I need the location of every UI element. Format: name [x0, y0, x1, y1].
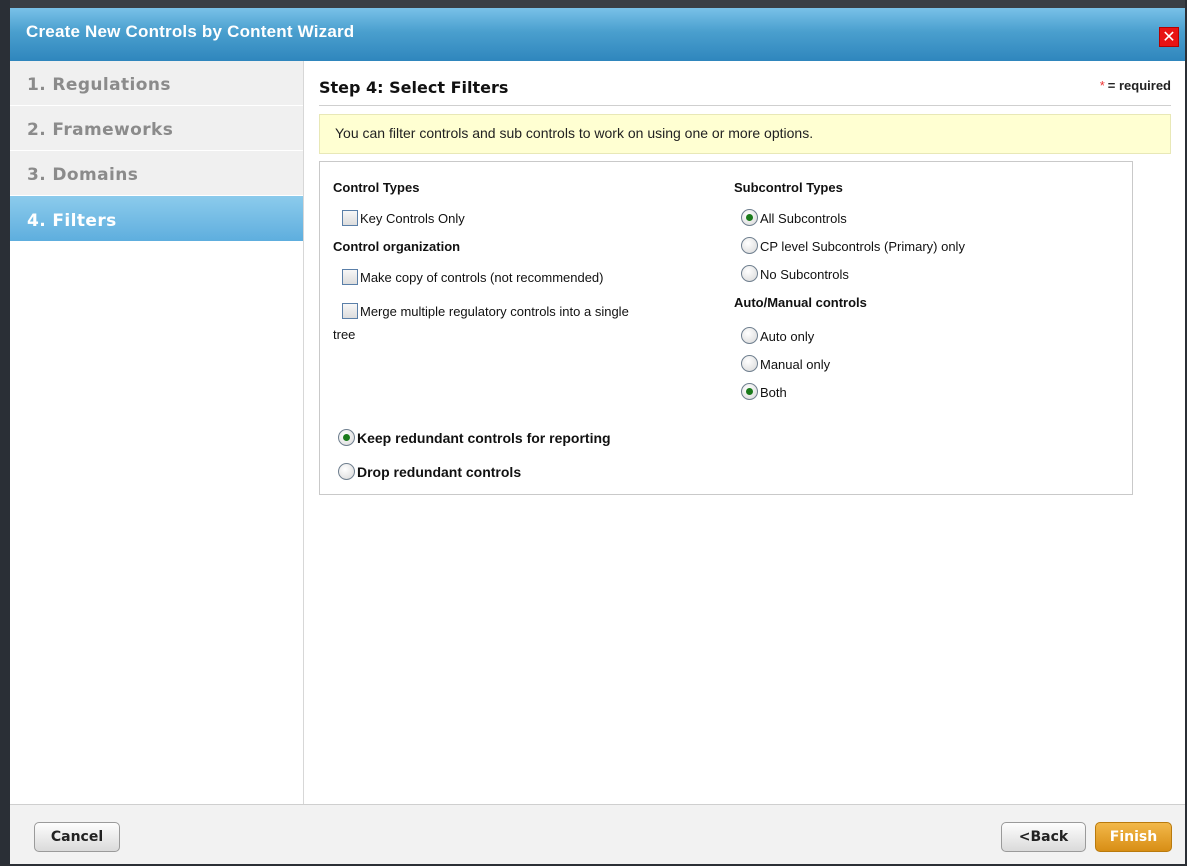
merge-controls-label-line1: Merge multiple regulatory controls into … — [360, 304, 629, 319]
window-frame-left — [0, 0, 10, 866]
auto-only-option[interactable]: Auto only — [741, 327, 814, 346]
cp-level-subcontrols-label: CP level Subcontrols (Primary) only — [760, 239, 965, 254]
title-divider — [319, 105, 1171, 106]
window-frame-top — [0, 0, 1187, 8]
all-subcontrols-radio[interactable] — [741, 209, 758, 226]
no-subcontrols-label: No Subcontrols — [760, 267, 849, 282]
no-subcontrols-option[interactable]: No Subcontrols — [741, 265, 849, 284]
drop-redundant-radio[interactable] — [338, 463, 355, 480]
key-controls-only-label: Key Controls Only — [360, 211, 465, 226]
cp-level-subcontrols-radio[interactable] — [741, 237, 758, 254]
make-copy-label: Make copy of controls (not recommended) — [360, 270, 604, 285]
wizard-content: Step 4: Select Filters * = required You c… — [304, 61, 1185, 804]
both-radio[interactable] — [741, 383, 758, 400]
all-subcontrols-option[interactable]: All Subcontrols — [741, 209, 847, 228]
filters-panel: Control Types Key Controls Only Control … — [319, 161, 1133, 495]
all-subcontrols-label: All Subcontrols — [760, 211, 847, 226]
merge-controls-checkbox[interactable] — [342, 303, 358, 319]
required-legend: * = required — [1100, 78, 1171, 93]
keep-redundant-option[interactable]: Keep redundant controls for reporting — [338, 429, 611, 448]
back-button[interactable]: <Back — [1001, 822, 1086, 852]
no-subcontrols-radio[interactable] — [741, 265, 758, 282]
cancel-button[interactable]: Cancel — [34, 822, 120, 852]
step-title: Step 4: Select Filters — [319, 78, 509, 97]
keep-redundant-label: Keep redundant controls for reporting — [357, 430, 611, 446]
keep-redundant-radio[interactable] — [338, 429, 355, 446]
merge-controls-label-line2: tree — [333, 327, 356, 342]
step-filters-active[interactable]: 4. Filters — [10, 196, 303, 241]
wizard-title: Create New Controls by Content Wizard — [26, 22, 355, 41]
key-controls-only-option[interactable]: Key Controls Only — [342, 209, 465, 228]
wizard-footer: Cancel <Back Finish — [10, 804, 1185, 864]
wizard-steps-sidebar: 1. Regulations 2. Frameworks 3. Domains … — [10, 61, 304, 804]
info-message: You can filter controls and sub controls… — [319, 114, 1171, 154]
manual-only-option[interactable]: Manual only — [741, 355, 830, 374]
manual-only-label: Manual only — [760, 357, 831, 372]
manual-only-radio[interactable] — [741, 355, 758, 372]
drop-redundant-label: Drop redundant controls — [357, 464, 522, 480]
step-frameworks[interactable]: 2. Frameworks — [10, 106, 303, 150]
make-copy-checkbox[interactable] — [342, 269, 358, 285]
control-organization-heading: Control organization — [333, 239, 461, 254]
make-copy-option[interactable]: Make copy of controls (not recommended) — [342, 268, 604, 287]
subcontrol-types-heading: Subcontrol Types — [734, 180, 843, 195]
required-star: * — [1099, 78, 1105, 93]
merge-controls-option[interactable]: Merge multiple regulatory controls into … — [342, 302, 629, 321]
key-controls-only-checkbox[interactable] — [342, 210, 358, 226]
auto-manual-heading: Auto/Manual controls — [734, 295, 867, 310]
auto-only-radio[interactable] — [741, 327, 758, 344]
auto-only-label: Auto only — [760, 329, 815, 344]
both-label: Both — [760, 385, 787, 400]
required-text: = required — [1107, 78, 1171, 93]
step-regulations[interactable]: 1. Regulations — [10, 61, 303, 105]
both-option[interactable]: Both — [741, 383, 787, 402]
drop-redundant-option[interactable]: Drop redundant controls — [338, 463, 521, 482]
wizard-titlebar: Create New Controls by Content Wizard ✕ — [10, 8, 1185, 61]
cp-level-subcontrols-option[interactable]: CP level Subcontrols (Primary) only — [741, 237, 965, 256]
control-types-heading: Control Types — [333, 180, 420, 195]
finish-button[interactable]: Finish — [1095, 822, 1172, 852]
close-icon[interactable]: ✕ — [1159, 27, 1179, 47]
step-domains[interactable]: 3. Domains — [10, 151, 303, 195]
